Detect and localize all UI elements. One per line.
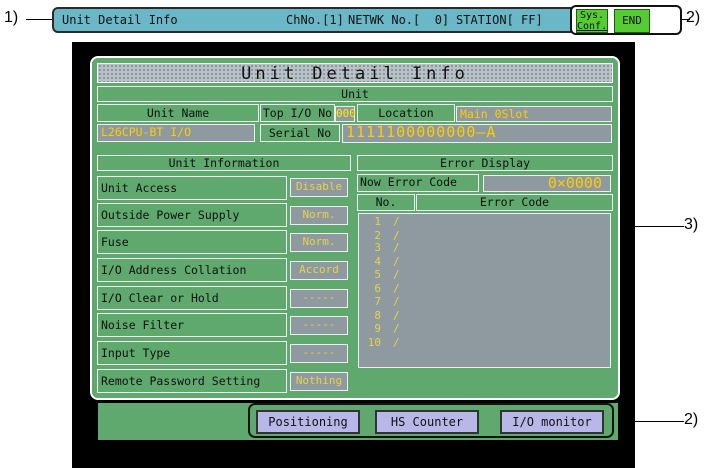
info-row-label: Unit Access	[97, 176, 287, 200]
now-error-value: 0×0000	[483, 175, 611, 192]
callout-3: 3)	[684, 216, 699, 233]
error-sep: /	[393, 229, 400, 242]
info-row-label: Remote Password Setting	[97, 369, 287, 393]
no-column-header: No.	[357, 194, 415, 211]
info-row-value: Norm.	[290, 233, 348, 252]
info-row-value: Norm.	[290, 206, 348, 225]
error-sep: /	[393, 268, 400, 281]
error-no: 3	[374, 241, 381, 254]
hs-counter-button[interactable]: HS Counter	[375, 410, 479, 434]
info-row-label: Outside Power Supply	[97, 203, 287, 227]
error-no: 8	[374, 309, 381, 322]
unit-header: Unit	[97, 86, 613, 102]
error-sep: /	[393, 255, 400, 268]
error-list: 1 / 2 / 3 / 4 / 5 / 6 / 7 / 8 / 9 / 10 /	[358, 213, 611, 368]
station-no: STATION[ FF]	[456, 13, 543, 27]
error-sep: /	[393, 336, 400, 349]
io-monitor-button[interactable]: I/O monitor	[500, 410, 604, 434]
callout-2b: 2)	[684, 411, 699, 428]
info-row-value: Nothing	[290, 372, 348, 391]
error-sep: /	[393, 309, 400, 322]
network-no: NETWK No.[ 0]	[348, 13, 450, 27]
error-no: 7	[374, 295, 381, 308]
sys-conf-label-1: Sys.	[579, 10, 605, 21]
info-row-label: Input Type	[97, 341, 287, 365]
info-row-value: Accord	[290, 261, 348, 280]
error-sep: /	[393, 322, 400, 335]
callout-1-line	[26, 19, 52, 20]
location-label: Location	[357, 104, 455, 122]
error-no: 4	[374, 255, 381, 268]
info-row-label: I/O Clear or Hold	[97, 286, 287, 310]
end-button[interactable]: END	[614, 9, 650, 33]
error-no: 2	[374, 229, 381, 242]
info-row-label: I/O Address Collation	[97, 258, 287, 282]
error-no: 5	[374, 268, 381, 281]
top-io-value: 000	[335, 106, 356, 122]
info-row-label: Noise Filter	[97, 313, 287, 337]
error-sep: /	[393, 282, 400, 295]
unit-name-label: Unit Name	[97, 104, 259, 122]
location-value: Main 0Slot	[456, 106, 612, 122]
top-io-label: Top I/O No	[260, 104, 335, 122]
panel-title: Unit Detail Info	[97, 63, 613, 84]
error-sep: /	[393, 295, 400, 308]
now-error-label: Now Error Code	[357, 174, 479, 192]
unit-info-header: Unit Information	[97, 155, 351, 171]
error-no: 9	[374, 322, 381, 335]
callout-2a: 2)	[686, 9, 701, 26]
error-no: 6	[374, 282, 381, 295]
error-display-header: Error Display	[357, 155, 613, 171]
bottom-button-group: Positioning HS Counter I/O monitor	[248, 403, 614, 438]
info-row-label: Fuse	[97, 230, 287, 254]
info-row-value: -----	[290, 289, 348, 308]
window-title: Unit Detail Info	[62, 13, 178, 27]
channel-no: ChNo.[1]	[286, 13, 344, 27]
error-no: 10	[367, 336, 381, 349]
serial-value: 1111100000000—A	[342, 124, 612, 143]
error-sep: /	[393, 215, 400, 228]
header-button-group: Sys. Conf. END	[570, 5, 682, 35]
error-no: 1	[374, 215, 381, 228]
positioning-button[interactable]: Positioning	[256, 410, 360, 434]
info-row-value: Disable	[290, 178, 348, 197]
title-bar: Unit Detail Info ChNo.[1] NETWK No.[ 0] …	[52, 7, 615, 33]
serial-label: Serial No	[260, 124, 340, 142]
sys-conf-label-2: Conf.	[577, 21, 608, 32]
callout-1: 1)	[4, 9, 19, 26]
sys-conf-button[interactable]: Sys. Conf.	[576, 9, 608, 33]
info-row-value: -----	[290, 344, 348, 363]
info-row-value: -----	[290, 316, 348, 335]
error-sep: /	[393, 241, 400, 254]
unit-name-value: L26CPU-BT I/O	[97, 124, 255, 142]
error-code-column-header: Error Code	[416, 194, 613, 211]
